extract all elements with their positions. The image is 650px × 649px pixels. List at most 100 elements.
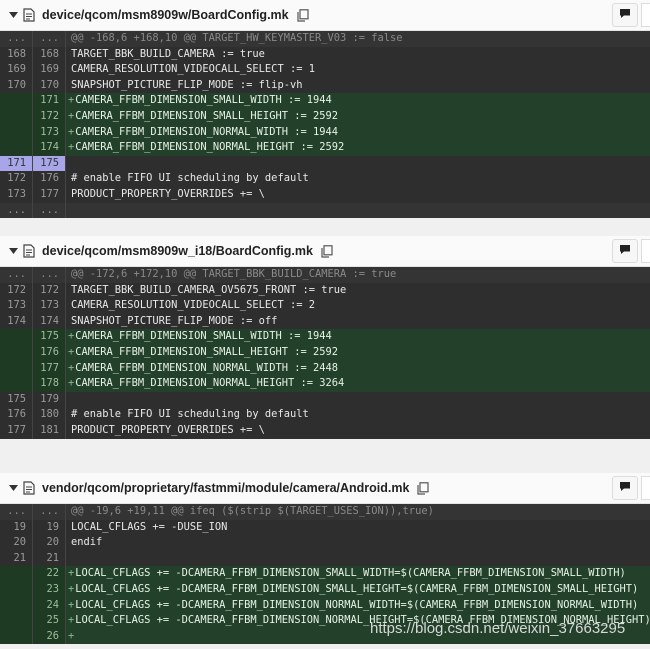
new-line-number[interactable]: 179 — [33, 391, 66, 408]
old-line-number[interactable]: 168 — [0, 46, 33, 63]
new-line-number[interactable]: 173 — [33, 124, 66, 141]
code-text: LOCAL_CFLAGS += -DCAMERA_FFBM_DIMENSION_… — [75, 614, 650, 627]
new-line-number[interactable]: 177 — [33, 186, 66, 203]
more-button[interactable] — [641, 476, 650, 500]
new-line-number[interactable]: 168 — [33, 46, 66, 63]
diff-line: 168 168 TARGET_BBK_BUILD_CAMERA := true — [0, 46, 650, 63]
diff-file: vendor/qcom/proprietary/fastmmi/module/c… — [0, 473, 650, 645]
new-line-number[interactable]: 176 — [33, 171, 66, 187]
old-line-number[interactable] — [0, 613, 33, 629]
new-line-number[interactable]: 169 — [33, 62, 66, 78]
new-line-number[interactable]: 25 — [33, 613, 66, 629]
code-text: LOCAL_CFLAGS += -DCAMERA_FFBM_DIMENSION_… — [75, 582, 639, 595]
chevron-down-icon[interactable] — [6, 248, 20, 254]
comment-button[interactable] — [612, 239, 638, 263]
old-line-number[interactable] — [0, 566, 33, 582]
old-line-number[interactable]: 176 — [0, 407, 33, 423]
old-line-number[interactable]: 169 — [0, 62, 33, 78]
old-line-number[interactable]: ... — [0, 202, 33, 219]
comment-icon — [619, 242, 631, 260]
file-path[interactable]: vendor/qcom/proprietary/fastmmi/module/c… — [42, 481, 409, 495]
new-line-number[interactable]: 170 — [33, 77, 66, 94]
hunk-header[interactable]: ...... @@ -172,6 +172,10 @@ TARGET_BBK_BU… — [0, 267, 650, 283]
old-line-number[interactable]: 20 — [0, 535, 33, 551]
file-path[interactable]: device/qcom/msm8909w/BoardConfig.mk — [42, 8, 289, 22]
new-line-number[interactable]: ... — [33, 504, 66, 520]
chevron-down-icon[interactable] — [6, 485, 20, 491]
code-text: CAMERA_FFBM_DIMENSION_SMALL_WIDTH := 194… — [75, 94, 332, 107]
file-path[interactable]: device/qcom/msm8909w_i18/BoardConfig.mk — [42, 244, 313, 258]
old-line-number[interactable] — [0, 344, 33, 361]
old-line-number[interactable]: 177 — [0, 422, 33, 439]
old-line-number[interactable] — [0, 93, 33, 109]
new-line-number[interactable]: 175 — [33, 155, 66, 172]
code-text: CAMERA_FFBM_DIMENSION_NORMAL_HEIGHT := 2… — [75, 141, 345, 154]
new-line-number[interactable]: 23 — [33, 581, 66, 598]
hunk-header[interactable]: ...... @@ -19,6 +19,11 @@ ifeq ($(strip $… — [0, 504, 650, 520]
copy-icon[interactable] — [297, 8, 309, 22]
hunk-header[interactable]: ...... @@ -168,6 +168,10 @@ TARGET_HW_KEY… — [0, 31, 650, 47]
new-line-number[interactable]: ... — [33, 31, 66, 47]
old-line-number[interactable]: 173 — [0, 298, 33, 314]
old-line-number[interactable] — [0, 124, 33, 141]
old-line-number[interactable]: 172 — [0, 171, 33, 187]
old-line-number[interactable]: 19 — [0, 519, 33, 536]
copy-icon[interactable] — [417, 481, 430, 495]
new-line-number[interactable]: 24 — [33, 597, 66, 614]
more-button[interactable] — [641, 3, 650, 27]
new-line-number[interactable]: 174 — [33, 140, 66, 156]
old-line-number[interactable]: 175 — [0, 391, 33, 408]
new-line-number[interactable]: 19 — [33, 519, 66, 536]
code-text: LOCAL_CFLAGS += -DUSE_ION — [71, 520, 228, 533]
old-line-number[interactable] — [0, 597, 33, 614]
code-text: CAMERA_FFBM_DIMENSION_NORMAL_HEIGHT := 3… — [75, 377, 345, 390]
old-line-number[interactable] — [0, 360, 33, 377]
old-line-number[interactable]: ... — [0, 267, 33, 283]
old-line-number[interactable]: 172 — [0, 282, 33, 299]
added-line: 24 + LOCAL_CFLAGS += -DCAMERA_FFBM_DIMENSI… — [0, 597, 650, 614]
new-line-number[interactable]: 178 — [33, 376, 66, 392]
new-line-number[interactable]: 21 — [33, 550, 66, 567]
new-line-number[interactable]: 173 — [33, 298, 66, 314]
added-line: 23 + LOCAL_CFLAGS += -DCAMERA_FFBM_DIMENSI… — [0, 581, 650, 598]
expand-row[interactable]: ...... — [0, 202, 650, 219]
comment-button[interactable] — [612, 476, 638, 500]
copy-icon[interactable] — [321, 244, 333, 258]
diff-line: 169 169 CAMERA_RESOLUTION_VIDEOCALL_SELECT… — [0, 62, 650, 78]
old-line-number[interactable] — [0, 108, 33, 125]
added-line: 175 + CAMERA_FFBM_DIMENSION_SMALL_WIDTH :=… — [0, 329, 650, 345]
old-line-number[interactable]: 21 — [0, 550, 33, 567]
diff-line: 172 176 # enable FIFO UI scheduling by def… — [0, 171, 650, 187]
old-line-number[interactable] — [0, 376, 33, 392]
more-button[interactable] — [641, 239, 650, 263]
new-line-number[interactable]: 180 — [33, 407, 66, 423]
new-line-number[interactable]: 172 — [33, 282, 66, 299]
new-line-number[interactable]: 181 — [33, 422, 66, 439]
new-line-number[interactable]: 172 — [33, 108, 66, 125]
old-line-number[interactable]: 170 — [0, 77, 33, 94]
old-line-number[interactable] — [0, 140, 33, 156]
old-line-number[interactable]: 173 — [0, 186, 33, 203]
new-line-number[interactable]: 177 — [33, 360, 66, 377]
code-text: LOCAL_CFLAGS += -DCAMERA_FFBM_DIMENSION_… — [75, 598, 639, 611]
old-line-number[interactable] — [0, 329, 33, 345]
old-line-number[interactable]: ... — [0, 31, 33, 47]
new-line-number[interactable]: 174 — [33, 313, 66, 330]
old-line-number[interactable] — [0, 581, 33, 598]
added-line: 173 + CAMERA_FFBM_DIMENSION_NORMAL_WIDTH :… — [0, 124, 650, 141]
new-line-number[interactable]: 22 — [33, 566, 66, 582]
new-line-number[interactable]: 20 — [33, 535, 66, 551]
new-line-number[interactable]: ... — [33, 202, 66, 219]
new-line-number[interactable]: 26 — [33, 628, 66, 645]
old-line-number[interactable]: 171 — [0, 155, 33, 172]
old-line-number[interactable]: ... — [0, 504, 33, 520]
new-line-number[interactable]: 171 — [33, 93, 66, 109]
comment-button[interactable] — [612, 3, 638, 27]
new-line-number[interactable]: 176 — [33, 344, 66, 361]
new-line-number[interactable]: 175 — [33, 329, 66, 345]
old-line-number[interactable]: 174 — [0, 313, 33, 330]
new-line-number[interactable]: ... — [33, 267, 66, 283]
chevron-down-icon[interactable] — [6, 12, 20, 18]
old-line-number[interactable] — [0, 628, 33, 645]
